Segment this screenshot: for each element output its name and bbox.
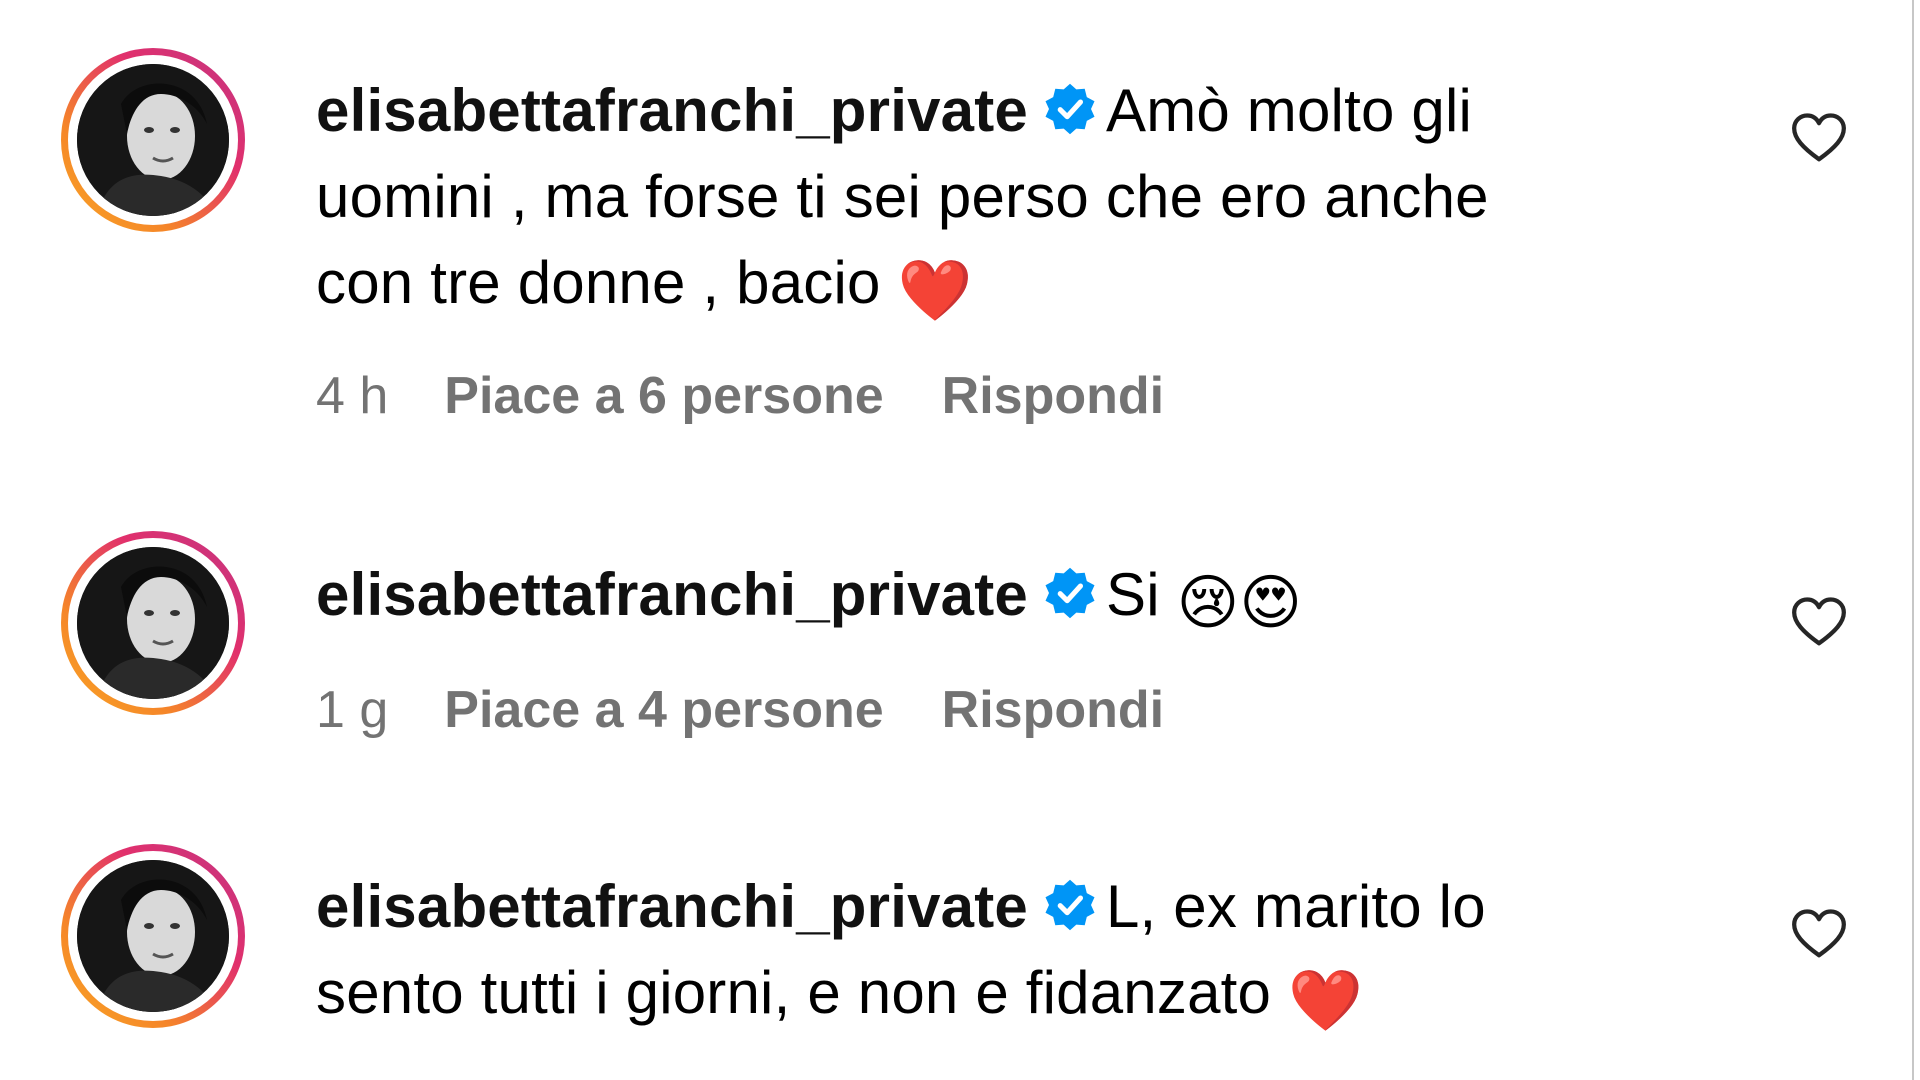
avatar-story-ring[interactable] <box>61 48 245 232</box>
likes-count-link[interactable]: Piace a 4 persone <box>444 680 883 740</box>
comment-meta: 1 g Piace a 4 persone Rispondi <box>316 680 1164 740</box>
comment-meta: 4 h Piace a 6 persone Rispondi <box>316 366 1164 426</box>
username-link[interactable]: elisabettafranchi_private <box>316 873 1028 940</box>
verified-badge-icon <box>1045 83 1095 135</box>
comment-body-line-1: Amò molto gli <box>1105 77 1473 144</box>
username-link[interactable]: elisabettafranchi_private <box>316 77 1028 144</box>
comment-text: elisabettafranchi_private Amò molto gli … <box>316 68 1706 334</box>
comment-body-line-2: uomini , ma forse ti sei perso che ero a… <box>316 163 1489 230</box>
avatar <box>77 547 229 699</box>
avatar-story-ring[interactable] <box>61 844 245 1028</box>
comment-timestamp[interactable]: 4 h <box>316 366 388 426</box>
comment-text: elisabettafranchi_private Si 😢😍 <box>316 552 1706 646</box>
comment-text: elisabettafranchi_private L, ex marito l… <box>316 864 1706 1044</box>
verified-badge-icon <box>1045 567 1095 619</box>
heart-outline-icon[interactable] <box>1790 112 1848 164</box>
heart-outline-icon[interactable] <box>1790 596 1848 648</box>
comment-timestamp[interactable]: 1 g <box>316 680 388 740</box>
window-edge <box>1912 0 1914 1080</box>
red-heart-emoji: ❤️ <box>1287 967 1363 1034</box>
username-link[interactable]: elisabettafranchi_private <box>316 561 1028 628</box>
avatar <box>77 860 229 1012</box>
verified-badge-icon <box>1045 879 1095 931</box>
reply-button[interactable]: Rispondi <box>942 366 1164 426</box>
crying-heart-eyes-emoji: 😢😍 <box>1176 569 1303 636</box>
comment-body-line-1: L, ex marito lo <box>1105 873 1486 940</box>
avatar-story-ring[interactable] <box>61 531 245 715</box>
comment-body-line-3: con tre donne , bacio <box>316 249 898 316</box>
comment-body-line-1: Si <box>1105 561 1177 628</box>
avatar <box>77 64 229 216</box>
red-heart-emoji: ❤️ <box>897 257 973 324</box>
reply-button[interactable]: Rispondi <box>942 680 1164 740</box>
heart-outline-icon[interactable] <box>1790 908 1848 960</box>
comment-body-line-2: sento tutti i giorni, e non e fidanzato <box>316 959 1288 1026</box>
likes-count-link[interactable]: Piace a 6 persone <box>444 366 883 426</box>
